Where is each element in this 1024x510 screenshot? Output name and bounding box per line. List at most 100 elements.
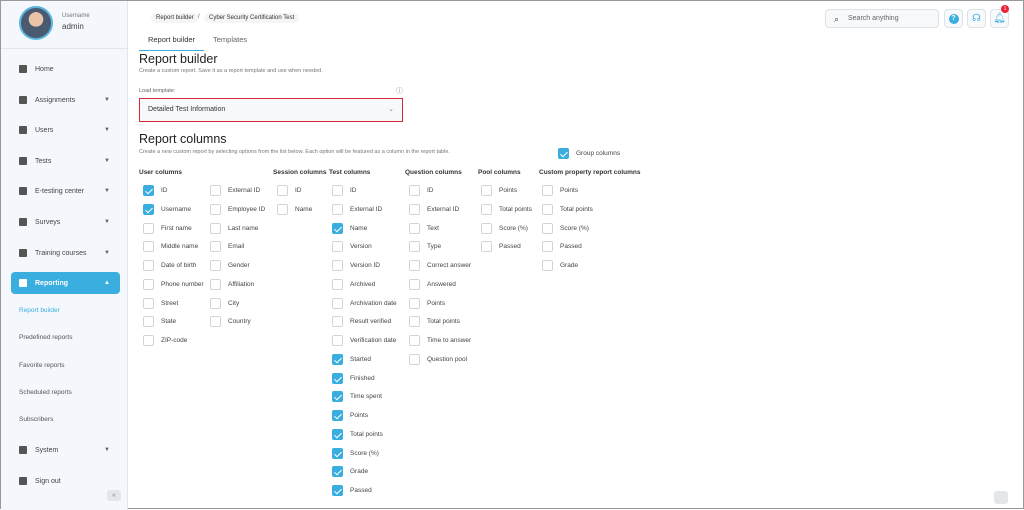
checkbox-version[interactable] [332,241,343,253]
sidebar-item-label: Tests [35,157,52,165]
checkbox-score[interactable] [542,222,553,234]
checkbox-grade[interactable] [542,260,553,271]
checkbox-score[interactable] [332,447,343,459]
checkbox-username[interactable] [143,203,154,215]
checkbox-time-spent[interactable] [332,391,343,403]
search-input[interactable]: ⌕ Search anything [825,9,939,28]
template-value: Detailed Test Information [148,106,226,113]
checkbox-phone-number[interactable] [143,278,154,290]
checkbox-archived[interactable] [332,278,343,290]
checkbox-correct-answer[interactable] [409,260,420,271]
sidebar-subitem-favorite-reports[interactable]: Favorite reports [19,362,65,369]
checkbox-passed[interactable] [332,485,343,496]
checkbox-state[interactable] [143,316,154,328]
checkbox-gender[interactable] [210,260,221,271]
checkbox-time-to-answer[interactable] [409,335,420,346]
sidebar-item-users[interactable]: Users ▼ [1,119,128,141]
checkbox-total-points[interactable] [332,428,343,440]
checkbox-type[interactable] [409,241,420,253]
sidebar-item-home[interactable]: Home [1,58,128,80]
user-profile[interactable]: Username admin [1,1,127,49]
chevron-up-icon: ▲ [104,280,110,286]
checkbox-total-points[interactable] [409,316,420,328]
sidebar-item-reporting[interactable]: Reporting ▲ [11,272,120,294]
reporting-icon [19,279,27,287]
checkbox-label: Total points [499,205,532,213]
checkbox-label: Date of birth [161,262,197,269]
sidebar-item-training-courses[interactable]: Training courses ▼ [1,242,128,264]
column-group-title: Test columns [329,169,371,176]
sidebar-subitem-subscribers[interactable]: Subscribers [19,416,53,423]
group-columns-checkbox[interactable] [558,148,569,159]
sidebar-subitem-predefined-reports[interactable]: Predefined reports [19,334,72,341]
checkbox-label: Score (%) [499,224,528,232]
sidebar-item-sign-out[interactable]: Sign out [1,470,128,492]
checkbox-external-id[interactable] [409,203,420,215]
checkbox-points[interactable] [542,185,553,196]
column-group-title: Question columns [405,169,462,176]
checkbox-first-name[interactable] [143,222,154,234]
checkbox-affiliation[interactable] [210,278,221,290]
column-group-title: User columns [139,169,182,176]
checkbox-passed[interactable] [481,241,492,253]
checkbox-name[interactable] [277,203,288,215]
checkbox-street[interactable] [143,297,154,309]
checkbox-passed[interactable] [542,241,553,253]
checkbox-external-id[interactable] [210,185,221,196]
checkbox-answered[interactable] [409,278,420,290]
checkbox-label: Points [560,187,579,194]
checkbox-result-verified[interactable] [332,316,343,328]
sidebar-item-system[interactable]: System ▼ [1,439,128,461]
checkbox-score[interactable] [481,222,492,234]
checkbox-last-name[interactable] [210,222,221,234]
checkbox-id[interactable] [409,185,420,196]
sidebar-item-e-testing-center[interactable]: E-testing center ▼ [1,180,128,202]
sidebar-subitem-report-builder[interactable]: Report builder [19,307,60,314]
checkbox-total-points[interactable] [542,203,553,215]
checkbox-city[interactable] [210,297,221,309]
sidebar-item-surveys[interactable]: Surveys ▼ [1,211,128,233]
checkbox-external-id[interactable] [332,203,343,215]
scrollbar-thumb[interactable] [994,491,1008,504]
checkbox-total-points[interactable] [481,203,492,215]
tab-report-builder[interactable]: Report builder [139,35,204,51]
checkbox-points[interactable] [481,185,492,196]
load-template-select[interactable]: Detailed Test Information ⌄ [139,98,403,122]
help-button[interactable]: ? [944,9,963,28]
checkbox-email[interactable] [210,241,221,253]
checkbox-employee-id[interactable] [210,203,221,215]
checkbox-id[interactable] [332,185,343,196]
checkbox-id[interactable] [277,185,288,196]
checkbox-country[interactable] [210,316,221,328]
checkbox-name[interactable] [332,222,343,234]
sidebar-subitem-scheduled-reports[interactable]: Scheduled reports [19,389,72,396]
search-placeholder: Search anything [848,15,899,22]
page-subtitle: Create a custom report. Save it as a rep… [139,68,323,74]
checkbox-label: Name [295,205,313,213]
sidebar-item-assignments[interactable]: Assignments ▼ [1,89,128,111]
checkbox-started[interactable] [332,353,343,365]
help-circle-icon[interactable]: ⓘ [396,86,403,96]
sidebar-item-tests[interactable]: Tests ▼ [1,150,128,172]
checkbox-date-of-birth[interactable] [143,260,154,271]
checkbox-id[interactable] [143,185,154,196]
checkbox-points[interactable] [332,410,343,421]
checkbox-question-pool[interactable] [409,353,420,365]
checkbox-zip-code[interactable] [143,335,154,346]
checkbox-archivation-date[interactable] [332,297,343,309]
checkbox-verification-date[interactable] [332,335,343,346]
checkbox-grade[interactable] [332,466,343,478]
support-button[interactable]: ☊ [967,9,986,28]
checkbox-points[interactable] [409,297,420,309]
column-group-title: Custom property report columns [539,169,641,176]
breadcrumb-report-builder[interactable]: Report builder [151,13,199,23]
checkbox-label: Time spent [350,393,382,401]
checkbox-finished[interactable] [332,372,343,384]
sign-out-icon [19,477,27,485]
collapse-sidebar-button[interactable]: « [107,490,121,501]
checkbox-version-id[interactable] [332,260,343,271]
checkbox-text[interactable] [409,222,420,234]
checkbox-middle-name[interactable] [143,241,154,253]
checkbox-label: City [228,299,240,307]
tab-templates[interactable]: Templates [213,35,247,44]
